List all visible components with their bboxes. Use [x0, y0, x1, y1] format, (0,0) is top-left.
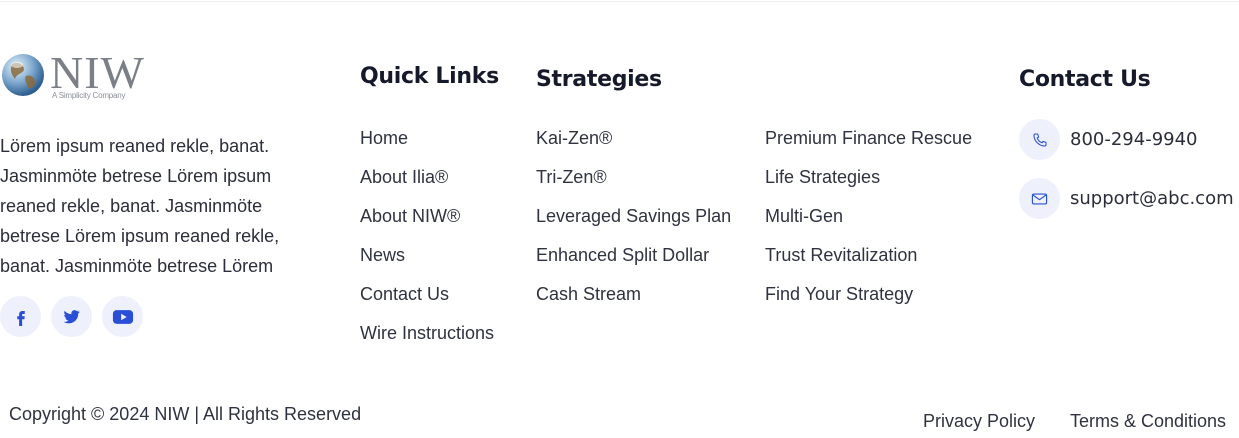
facebook-icon — [16, 310, 25, 326]
strategy-link[interactable]: Cash Stream — [536, 283, 731, 322]
twitter-link[interactable] — [51, 296, 92, 337]
strategy-link[interactable]: Leveraged Savings Plan — [536, 205, 731, 244]
social-links — [0, 296, 143, 337]
phone-icon-badge — [1019, 119, 1060, 160]
quick-link-news[interactable]: News — [360, 244, 494, 283]
facebook-link[interactable] — [0, 296, 41, 337]
contact-phone-number: 800-294-9940 — [1070, 129, 1198, 150]
quick-links-list: Home About Ilia® About NIW® News Contact… — [360, 127, 494, 361]
contact-email-address: support@abc.com — [1070, 188, 1234, 209]
copyright-text: Copyright © 2024 NIW | All Rights Reserv… — [9, 404, 362, 424]
strategy-link[interactable]: Tri-Zen® — [536, 166, 731, 205]
strategies-list-2: Premium Finance Rescue Life Strategies M… — [765, 127, 972, 322]
strategies-heading: Strategies — [536, 67, 662, 92]
contact-email[interactable]: support@abc.com — [1019, 178, 1234, 219]
terms-conditions-link[interactable]: Terms & Conditions — [1070, 411, 1226, 432]
logo-tagline: A Simplicity Company — [52, 91, 126, 100]
quick-link-about-ilia[interactable]: About Ilia® — [360, 166, 494, 205]
globe-icon — [2, 54, 44, 96]
niw-logo[interactable]: NIW A Simplicity Company — [0, 48, 160, 104]
mail-icon — [1031, 192, 1048, 205]
strategy-link[interactable]: Multi-Gen — [765, 205, 972, 244]
quick-link-wire-instructions[interactable]: Wire Instructions — [360, 322, 494, 361]
contact-heading: Contact Us — [1019, 67, 1151, 92]
contact-phone[interactable]: 800-294-9940 — [1019, 119, 1198, 160]
quick-link-home[interactable]: Home — [360, 127, 494, 166]
quick-links-heading: Quick Links — [360, 64, 499, 89]
quick-link-contact-us[interactable]: Contact Us — [360, 283, 494, 322]
strategy-link[interactable]: Premium Finance Rescue — [765, 127, 972, 166]
quick-link-about-niw[interactable]: About NIW® — [360, 205, 494, 244]
privacy-policy-link[interactable]: Privacy Policy — [923, 411, 1035, 432]
twitter-icon — [63, 310, 80, 324]
strategy-link[interactable]: Kai-Zen® — [536, 127, 731, 166]
strategies-list-1: Kai-Zen® Tri-Zen® Leveraged Savings Plan… — [536, 127, 731, 322]
strategy-link[interactable]: Life Strategies — [765, 166, 972, 205]
youtube-icon — [112, 309, 133, 324]
strategy-link[interactable]: Find Your Strategy — [765, 283, 972, 322]
mail-icon-badge — [1019, 178, 1060, 219]
footer-top-divider — [0, 1, 1239, 2]
youtube-link[interactable] — [102, 296, 143, 337]
phone-icon — [1032, 132, 1047, 147]
strategy-link[interactable]: Enhanced Split Dollar — [536, 244, 731, 283]
strategy-link[interactable]: Trust Revitalization — [765, 244, 972, 283]
brand-description: Lörem ipsum reaned rekle, banat. Jasminm… — [0, 136, 280, 276]
